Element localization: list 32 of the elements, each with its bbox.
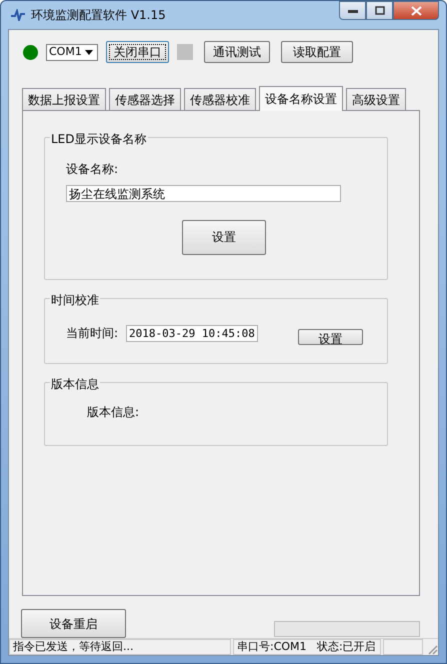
close-icon [410,6,422,16]
device-name-field[interactable]: 扬尘在线监测系统 [66,185,341,202]
minimize-button[interactable] [339,1,366,20]
field-label: 当前时间: [66,325,118,342]
restart-button[interactable]: 设备重启 [21,609,126,638]
tab[interactable]: 数据上报设置 [22,88,106,110]
resize-grip-icon [427,644,438,655]
caret-icon [85,50,93,54]
status-text: 串口号:COM1 状态:已开启 [233,639,381,655]
group-title: 时间校准 [50,291,100,309]
status-text: 指令已发送，等待返回... [9,639,231,655]
tab[interactable]: 传感器选择 [109,88,181,110]
app-icon [10,9,26,21]
field-label: 设备名称: [66,162,118,176]
maximize-icon [374,6,384,15]
close-button[interactable] [393,1,439,20]
close-port-button[interactable]: 关闭串口 [106,41,169,63]
port-dropdown[interactable]: COM1 [46,44,98,60]
tab[interactable]: 高级设置 [346,88,406,110]
time-field[interactable]: 2018-03-29 10:45:08 [126,324,258,342]
set-button[interactable]: 设置 [298,329,364,345]
field-label: 版本信息: [87,405,140,419]
test-button[interactable]: 通讯测试 [204,41,270,63]
maximize-button[interactable] [366,1,393,20]
minimize-icon [348,8,358,12]
tab[interactable]: 设备名称设置 [259,86,343,111]
read-config-button[interactable]: 读取配置 [281,41,353,63]
group-title: LED显示设备名称 [50,130,148,148]
window-title: 环境监测配置软件 V1.15 [31,7,166,24]
group-title: 版本信息 [50,375,100,393]
set-button[interactable]: 设置 [182,220,266,254]
tab[interactable]: 传感器校准 [184,88,256,110]
